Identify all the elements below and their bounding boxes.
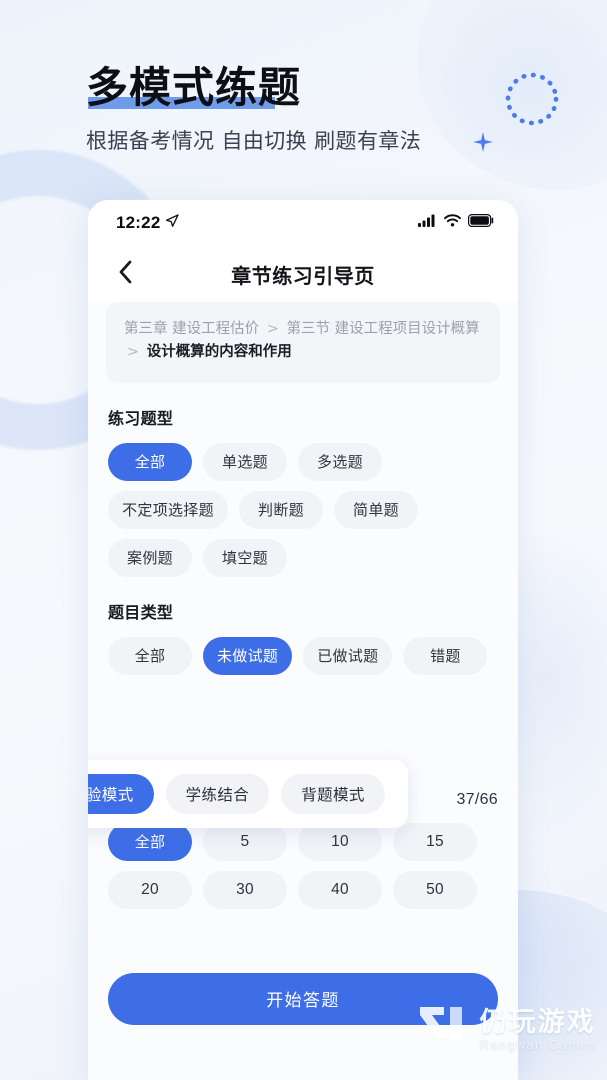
chip-mode-1[interactable]: 学练结合	[165, 774, 270, 814]
start-answering-button[interactable]: 开始答题	[108, 972, 498, 1025]
page-title: 多模式练题	[86, 64, 301, 111]
chip-question-type-6[interactable]: 案例题	[108, 538, 192, 577]
chip-practice-5[interactable]: 30	[203, 870, 287, 909]
battery-full-icon	[468, 214, 494, 232]
section-header: 题目类型	[108, 599, 498, 623]
chevron-left-icon	[118, 260, 133, 289]
section-title: 练习题型	[108, 408, 174, 428]
item-type-chip-group: 全部 未做试题 已做试题 错题	[108, 636, 498, 675]
breadcrumb-separator: >	[266, 321, 279, 337]
chip-mode-2[interactable]: 背题模式	[281, 774, 385, 814]
status-bar-time: 12:22	[116, 213, 161, 232]
breadcrumb-chapter: 第三章 建设工程估价	[124, 321, 260, 337]
chip-question-type-3[interactable]: 不定项选择题	[108, 490, 228, 529]
chip-practice-1[interactable]: 5	[203, 822, 287, 861]
back-button[interactable]	[110, 259, 140, 289]
location-arrow-icon	[165, 213, 180, 233]
status-bar-left: 12:22	[116, 213, 180, 233]
chip-practice-4[interactable]: 20	[108, 870, 192, 909]
breadcrumb-separator: >	[127, 344, 140, 361]
chip-practice-2[interactable]: 10	[298, 822, 382, 861]
hero-section: 多模式练题 根据备考情况 自由切换 刷题有章法	[86, 64, 516, 155]
phone-mockup: 12:22 章节练习引导页 第三章 建设工程估价 > 第三节 建设工程项目设计概…	[88, 200, 518, 1080]
chip-practice-3[interactable]: 15	[393, 822, 477, 861]
chip-item-type-1[interactable]: 未做试题	[203, 636, 293, 675]
section-header: 练习题型	[108, 405, 498, 429]
chip-question-type-2[interactable]: 多选题	[298, 442, 382, 481]
chip-question-type-5[interactable]: 简单题	[334, 490, 418, 529]
question-type-chip-group: 全部 单选题 多选题 不定项选择题 判断题 简单题 案例题 填空题	[108, 442, 498, 577]
chip-practice-6[interactable]: 40	[298, 870, 382, 909]
phone-content: 第三章 建设工程估价 > 第三节 建设工程项目设计概算 > 设计概算的内容和作用…	[88, 302, 518, 1080]
chip-question-type-4[interactable]: 判断题	[239, 490, 323, 529]
practice-mode-chip-group: 全部 5 10 15 20 30 40 50	[108, 822, 498, 909]
breadcrumb[interactable]: 第三章 建设工程估价 > 第三节 建设工程项目设计概算 > 设计概算的内容和作用	[106, 302, 500, 383]
chip-practice-0[interactable]: 全部	[108, 822, 192, 861]
chip-question-type-7[interactable]: 填空题	[203, 538, 287, 577]
chip-item-type-3[interactable]: 错题	[403, 636, 488, 675]
chip-mode-0[interactable]: 测验模式	[88, 774, 154, 814]
chip-question-type-1[interactable]: 单选题	[203, 442, 287, 481]
page-title-text: 多模式练题	[86, 63, 302, 112]
chip-question-type-0[interactable]: 全部	[108, 442, 192, 481]
status-bar-right	[418, 214, 494, 232]
page-subtitle: 根据备考情况 自由切换 刷题有章法	[86, 129, 422, 154]
section-item-type: 题目类型 全部 未做试题 已做试题 错题	[108, 599, 498, 675]
start-button-container: 开始答题	[108, 972, 498, 1025]
chip-practice-7[interactable]: 50	[393, 870, 477, 909]
practice-count: 37/66	[456, 790, 498, 808]
cellular-signal-icon	[418, 214, 437, 232]
breadcrumb-current: 设计概算的内容和作用	[146, 344, 292, 361]
section-title: 题目类型	[108, 602, 174, 622]
nav-title: 章节练习引导页	[231, 263, 375, 288]
chip-item-type-0[interactable]: 全部	[108, 636, 192, 675]
mode-selector-card: 测验模式 学练结合 背题模式	[88, 760, 408, 828]
section-question-type: 练习题型 全部 单选题 多选题 不定项选择题 判断题 简单题 案例题 填空题	[108, 405, 498, 577]
nav-bar: 章节练习引导页	[88, 246, 518, 302]
breadcrumb-section: 第三节 建设工程项目设计概算	[286, 321, 480, 337]
wifi-icon	[444, 214, 461, 232]
status-bar: 12:22	[88, 200, 518, 246]
chip-item-type-2[interactable]: 已做试题	[303, 636, 393, 675]
